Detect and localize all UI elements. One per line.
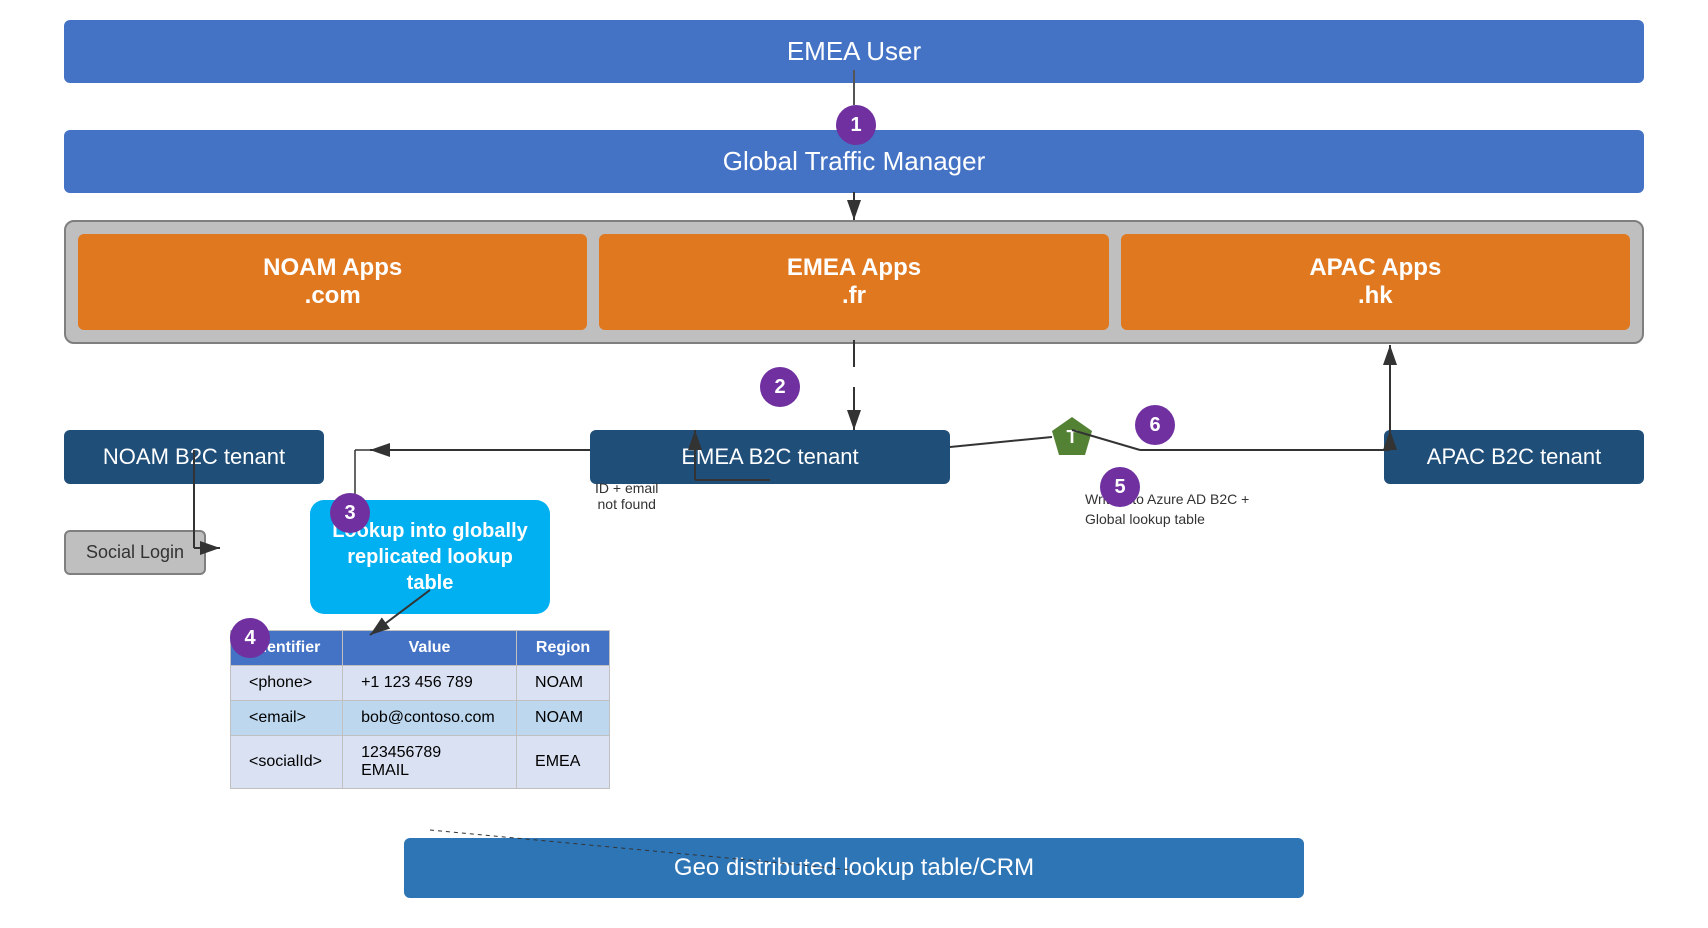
table-cell: NOAM — [517, 701, 610, 736]
step-1-circle: 1 — [836, 105, 876, 145]
apps-row: NOAM Apps.com EMEA Apps.fr APAC Apps.hk — [64, 220, 1644, 344]
table-cell: <socialId> — [231, 736, 343, 789]
table-row: <email> bob@contoso.com NOAM — [231, 701, 610, 736]
step-5-circle: 5 — [1100, 467, 1140, 507]
step-4-circle: 4 — [230, 618, 270, 658]
table-cell: EMEA — [517, 736, 610, 789]
table-cell: 123456789EMAIL — [343, 736, 517, 789]
emea-user-bar: EMEA User — [64, 20, 1644, 83]
diagram-container: EMEA User 1 Global Traffic Manager NOAM … — [0, 0, 1708, 928]
apac-apps-box: APAC Apps.hk — [1121, 234, 1630, 330]
id-email-label: ID + emailnot found — [595, 480, 658, 512]
step-3-circle: 3 — [330, 493, 370, 533]
step-6-circle: 6 — [1135, 405, 1175, 445]
table-cell: <email> — [231, 701, 343, 736]
table-cell: <phone> — [231, 666, 343, 701]
pentagon-t-icon: T — [1050, 415, 1094, 459]
svg-text:T: T — [1067, 427, 1078, 447]
noam-apps-box: NOAM Apps.com — [78, 234, 587, 330]
emea-apps-box: EMEA Apps.fr — [599, 234, 1108, 330]
emea-b2c-box: EMEA B2C tenant — [590, 430, 950, 484]
table-row: <phone> +1 123 456 789 NOAM — [231, 666, 610, 701]
social-login-box: Social Login — [64, 530, 206, 575]
geo-bar: Geo distributed lookup table/CRM — [404, 838, 1304, 898]
lookup-table: Identifier Value Region <phone> +1 123 4… — [230, 630, 610, 789]
table-header-region: Region — [517, 631, 610, 666]
noam-b2c-box: NOAM B2C tenant — [64, 430, 324, 484]
table-cell: NOAM — [517, 666, 610, 701]
step-2-circle: 2 — [760, 367, 800, 407]
table-row: <socialId> 123456789EMAIL EMEA — [231, 736, 610, 789]
apac-b2c-box: APAC B2C tenant — [1384, 430, 1644, 484]
table-cell: +1 123 456 789 — [343, 666, 517, 701]
table-cell: bob@contoso.com — [343, 701, 517, 736]
table-header-value: Value — [343, 631, 517, 666]
